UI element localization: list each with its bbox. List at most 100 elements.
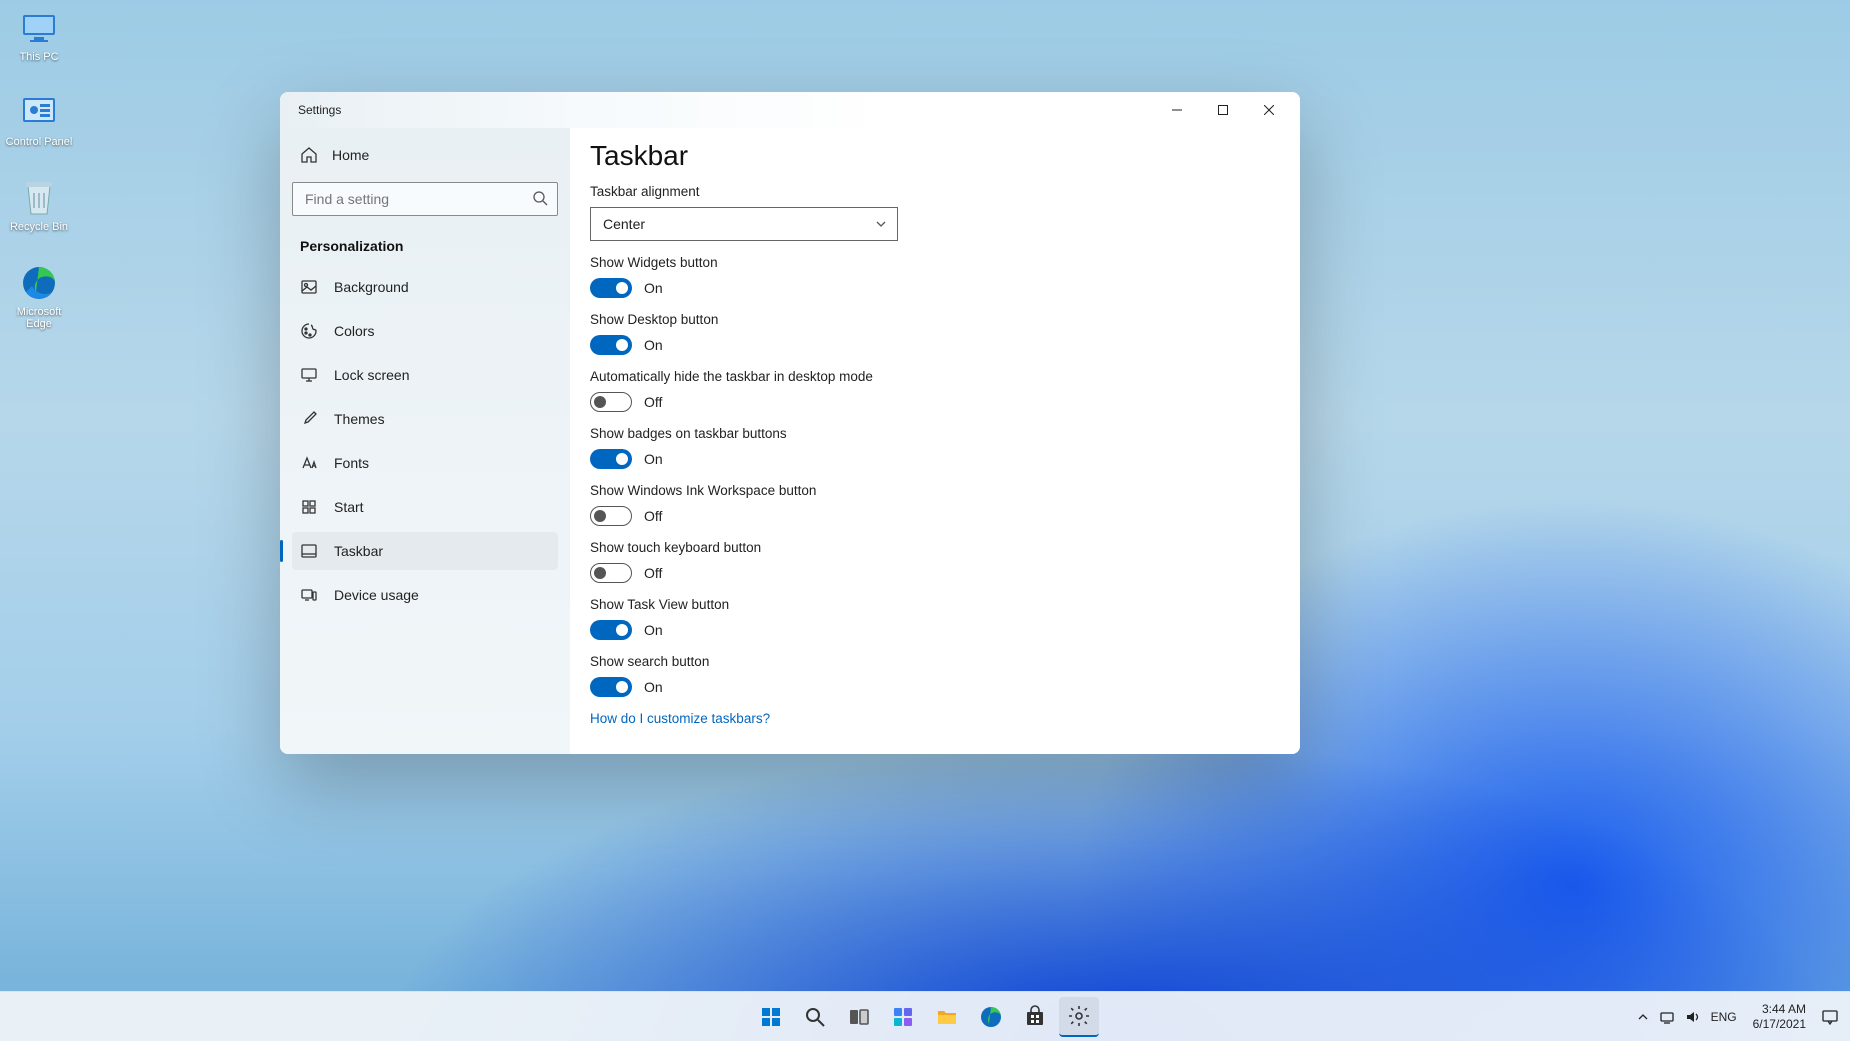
window-title: Settings xyxy=(298,103,341,117)
toggle-desktop[interactable] xyxy=(590,335,632,355)
desktop-icon-this-pc[interactable]: This PC xyxy=(4,8,74,63)
sidebar-item-label: Device usage xyxy=(334,587,419,603)
toggle-state-label: Off xyxy=(644,508,662,524)
sidebar-item-background[interactable]: Background xyxy=(292,268,558,306)
setting-label: Show Windows Ink Workspace button xyxy=(590,483,1280,498)
sidebar-item-device-usage[interactable]: Device usage xyxy=(292,576,558,614)
sidebar-item-label: Start xyxy=(334,499,364,515)
content-pane: Taskbar Taskbar alignment Center Show Wi… xyxy=(570,128,1300,754)
desktop-icon-edge[interactable]: Microsoft Edge xyxy=(4,263,74,330)
maximize-button[interactable] xyxy=(1200,94,1246,126)
sidebar-item-fonts[interactable]: Fonts xyxy=(292,444,558,482)
clock-time: 3:44 AM xyxy=(1753,1002,1806,1017)
close-button[interactable] xyxy=(1246,94,1292,126)
sidebar-item-label: Lock screen xyxy=(334,367,409,383)
setting-widgets: Show Widgets button On xyxy=(590,255,1280,298)
taskbar-app-store[interactable] xyxy=(1015,997,1055,1037)
chevron-down-icon xyxy=(875,218,887,230)
taskbar: ENG 3:44 AM 6/17/2021 xyxy=(0,991,1850,1041)
edge-icon xyxy=(19,263,59,303)
search-box xyxy=(292,182,558,216)
setting-label: Show Task View button xyxy=(590,597,1280,612)
select-value: Center xyxy=(603,216,645,232)
taskbar-app-settings[interactable] xyxy=(1059,997,1099,1037)
sidebar-item-start[interactable]: Start xyxy=(292,488,558,526)
toggle-badges[interactable] xyxy=(590,449,632,469)
setting-desktop: Show Desktop buttonOn xyxy=(590,312,1280,355)
setting-badges: Show badges on taskbar buttonsOn xyxy=(590,426,1280,469)
tray-lang[interactable]: ENG xyxy=(1711,1010,1737,1024)
setting-label: Show search button xyxy=(590,654,1280,669)
sidebar-nav: Background Colors Lock screen Themes Fonts St… xyxy=(292,268,558,614)
setting-touchkb: Show touch keyboard buttonOff xyxy=(590,540,1280,583)
taskbar-app-edge[interactable] xyxy=(971,997,1011,1037)
setting-label: Show Desktop button xyxy=(590,312,1280,327)
setting-label: Show badges on taskbar buttons xyxy=(590,426,1280,441)
taskbar-app-widgets[interactable] xyxy=(883,997,923,1037)
toggle-touchkb[interactable] xyxy=(590,563,632,583)
system-tray[interactable]: ENG xyxy=(1631,1009,1743,1025)
setting-label: Taskbar alignment xyxy=(590,184,1280,199)
home-icon xyxy=(300,146,318,164)
toggle-state-label: On xyxy=(644,679,663,695)
settings-window: Settings Home Personalization Background… xyxy=(280,92,1300,754)
widgets-icon xyxy=(891,1005,915,1029)
toggle-state-label: On xyxy=(644,280,663,296)
minimize-button[interactable] xyxy=(1154,94,1200,126)
sidebar-item-colors[interactable]: Colors xyxy=(292,312,558,350)
content-scroll[interactable]: Taskbar alignment Center Show Widgets bu… xyxy=(590,184,1294,754)
desktop-icon-recycle-bin[interactable]: Recycle Bin xyxy=(4,178,74,233)
titlebar[interactable]: Settings xyxy=(280,92,1300,128)
toggle-widgets[interactable] xyxy=(590,278,632,298)
toggle-autohide[interactable] xyxy=(590,392,632,412)
sidebar-item-label: Taskbar xyxy=(334,543,383,559)
search-input[interactable] xyxy=(292,182,558,216)
taskbar-app-explorer[interactable] xyxy=(927,997,967,1037)
taskbar-app-start[interactable] xyxy=(751,997,791,1037)
toggle-state-label: Off xyxy=(644,394,662,410)
toggle-taskview[interactable] xyxy=(590,620,632,640)
sidebar-home-link[interactable]: Home xyxy=(292,136,558,174)
store-icon xyxy=(1023,1005,1047,1029)
help-link[interactable]: How do I customize taskbars? xyxy=(590,711,1280,726)
monitor-icon xyxy=(300,366,318,384)
alignment-select[interactable]: Center xyxy=(590,207,898,241)
setting-autohide: Automatically hide the taskbar in deskto… xyxy=(590,369,1280,412)
taskview-icon xyxy=(847,1005,871,1029)
tray-overflow-icon[interactable] xyxy=(1637,1011,1649,1023)
search-icon xyxy=(804,1006,826,1028)
taskbar-icon xyxy=(300,542,318,560)
taskbar-clock[interactable]: 3:44 AM 6/17/2021 xyxy=(1745,1002,1814,1032)
sidebar-item-label: Colors xyxy=(334,323,374,339)
desktop-icon-label: Control Panel xyxy=(6,136,73,148)
action-center-button[interactable] xyxy=(1816,1003,1844,1031)
clock-date: 6/17/2021 xyxy=(1753,1017,1806,1032)
desktop-icon-control-panel[interactable]: Control Panel xyxy=(4,93,74,148)
brush-icon xyxy=(300,410,318,428)
network-icon[interactable] xyxy=(1659,1009,1675,1025)
taskbar-app-taskview[interactable] xyxy=(839,997,879,1037)
grid-icon xyxy=(300,498,318,516)
desktop-icon-label: This PC xyxy=(19,51,58,63)
taskbar-right: ENG 3:44 AM 6/17/2021 xyxy=(1631,1002,1844,1032)
setting-label: Show Widgets button xyxy=(590,255,1280,270)
sidebar-item-lock-screen[interactable]: Lock screen xyxy=(292,356,558,394)
settings-icon xyxy=(1067,1004,1091,1028)
taskbar-app-search[interactable] xyxy=(795,997,835,1037)
sidebar-item-label: Background xyxy=(334,279,409,295)
folder-icon xyxy=(935,1005,959,1029)
recycle-bin-icon xyxy=(19,178,59,218)
setting-alignment: Taskbar alignment Center xyxy=(590,184,1280,241)
sidebar-item-label: Themes xyxy=(334,411,385,427)
device-icon xyxy=(300,586,318,604)
toggle-search[interactable] xyxy=(590,677,632,697)
setting-ink: Show Windows Ink Workspace button Off xyxy=(590,483,1280,526)
search-icon xyxy=(532,190,548,206)
sidebar: Home Personalization BackgroundColorsLoc… xyxy=(280,128,570,754)
sidebar-item-label: Fonts xyxy=(334,455,369,471)
volume-icon[interactable] xyxy=(1685,1009,1701,1025)
start-icon xyxy=(759,1005,783,1029)
toggle-ink[interactable] xyxy=(590,506,632,526)
sidebar-item-themes[interactable]: Themes xyxy=(292,400,558,438)
sidebar-item-taskbar[interactable]: Taskbar xyxy=(292,532,558,570)
